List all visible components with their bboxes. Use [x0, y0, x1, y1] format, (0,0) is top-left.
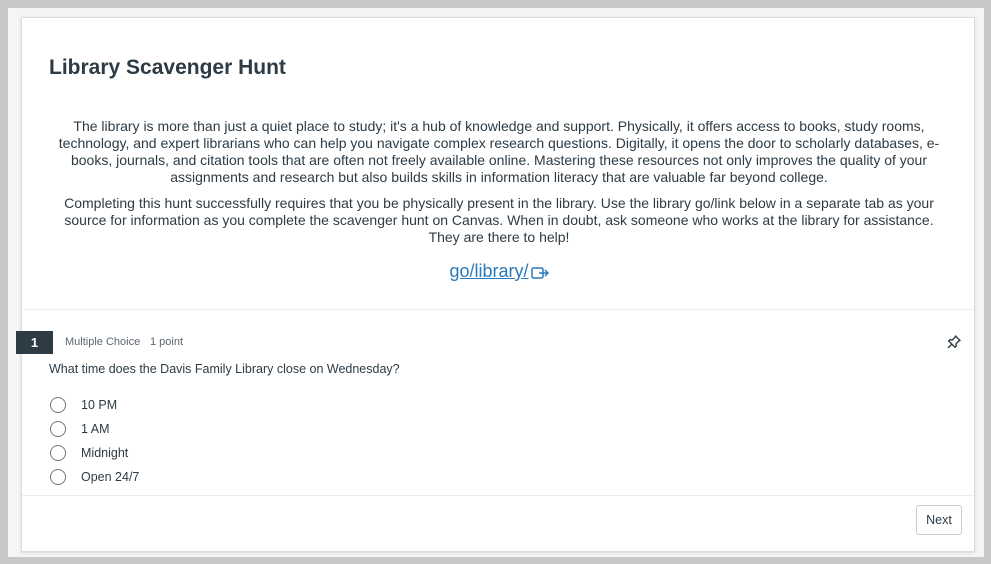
library-link-container: go/library/: [22, 261, 976, 285]
answer-option[interactable]: 1 AM: [50, 417, 139, 441]
question-type: Multiple Choice: [65, 336, 141, 348]
footer-divider: [22, 495, 974, 496]
answer-option[interactable]: Open 24/7: [50, 465, 139, 489]
pin-icon[interactable]: [946, 334, 962, 350]
question-text: What time does the Davis Family Library …: [49, 362, 400, 376]
library-link[interactable]: go/library/: [449, 261, 549, 281]
answer-option-label: Midnight: [81, 446, 129, 460]
answer-option-label: 1 AM: [81, 422, 110, 436]
radio-button[interactable]: [50, 421, 66, 437]
quiz-frame: Library Scavenger Hunt The library is mo…: [8, 8, 984, 557]
quiz-card: Library Scavenger Hunt The library is mo…: [16, 17, 976, 552]
intro-text: The library is more than just a quiet pl…: [49, 118, 949, 255]
external-link-icon: [530, 264, 549, 285]
next-button[interactable]: Next: [916, 505, 962, 535]
answer-option-label: Open 24/7: [81, 470, 140, 484]
section-divider: [22, 309, 974, 310]
intro-paragraph-2: Completing this hunt successfully requir…: [64, 195, 934, 245]
answer-option[interactable]: 10 PM: [50, 393, 139, 417]
radio-button[interactable]: [50, 445, 66, 461]
answer-options: 10 PM 1 AM Midnight Open 24/7: [50, 393, 139, 489]
question-points: 1 point: [150, 336, 184, 348]
answer-option[interactable]: Midnight: [50, 441, 139, 465]
page-title: Library Scavenger Hunt: [49, 56, 286, 79]
answer-option-label: 10 PM: [81, 398, 118, 412]
question-number-badge: 1: [16, 331, 53, 354]
radio-button[interactable]: [50, 397, 66, 413]
intro-paragraph-1: The library is more than just a quiet pl…: [58, 118, 940, 185]
library-link-label: go/library/: [449, 261, 529, 281]
radio-button[interactable]: [50, 469, 66, 485]
